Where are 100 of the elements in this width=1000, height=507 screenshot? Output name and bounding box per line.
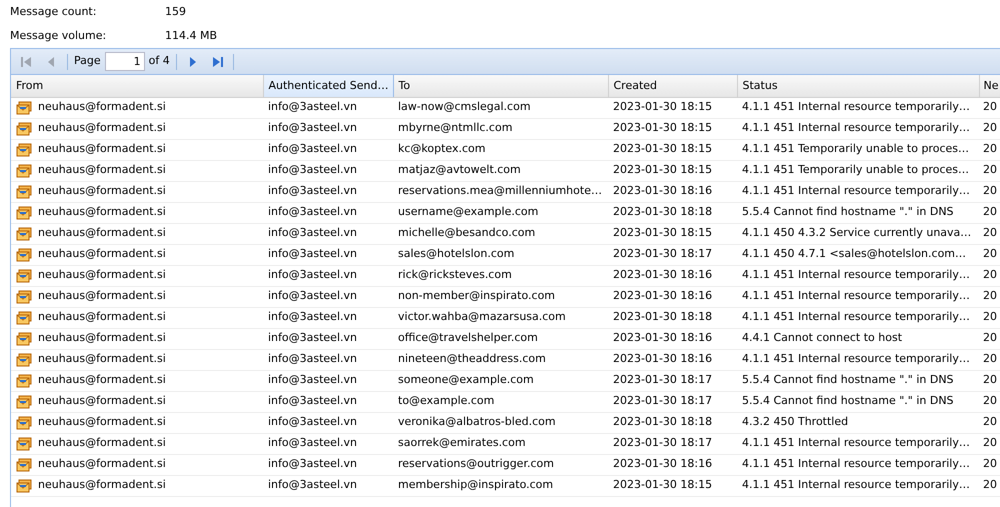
table-cell-text: neuhaus@formadent.si: [38, 120, 166, 136]
table-cell: 2023-01-30 18:18: [608, 412, 737, 433]
table-cell-text: neuhaus@formadent.si: [38, 477, 166, 494]
table-cell-text: neuhaus@formadent.si: [38, 162, 166, 178]
table-cell: 4.1.1 450 4.3.2 Service currently unava…: [737, 223, 979, 244]
table-cell-text: neuhaus@formadent.si: [38, 456, 166, 472]
table-cell: info@3asteel.vn: [263, 265, 393, 286]
table-cell: 4.1.1 451 Temporarily unable to proces…: [737, 160, 979, 181]
envelope-icon: [16, 268, 32, 282]
table-cell: info@3asteel.vn: [263, 412, 393, 433]
table-cell: 20: [979, 139, 1000, 160]
table-cell: 2023-01-30 18:17: [608, 433, 737, 454]
table-cell: info@3asteel.vn: [263, 370, 393, 391]
table-cell: mbyrne@ntmllc.com: [393, 118, 608, 139]
table-cell: office@travelshelper.com: [393, 328, 608, 349]
table-cell: non-member@inspirato.com: [393, 286, 608, 307]
table-cell-text: neuhaus@formadent.si: [38, 330, 166, 346]
table-cell-text: neuhaus@formadent.si: [38, 309, 166, 326]
table-cell: reservations.mea@millenniumhote…: [393, 181, 608, 202]
table-cell: 20: [979, 160, 1000, 181]
table-cell: membership@inspirato.com: [393, 475, 608, 496]
table-cell: 4.1.1 451 Internal resource temporarily…: [737, 307, 979, 328]
field-value: 159: [165, 4, 186, 20]
table-cell: to@example.com: [393, 391, 608, 412]
page-input[interactable]: 1: [104, 52, 145, 71]
envelope-icon: [16, 142, 32, 156]
table-cell: 4.1.1 451 Internal resource temporarily…: [737, 433, 979, 454]
page-label: Page: [74, 53, 101, 70]
table-cell: victor.wahba@mazarsusa.com: [393, 307, 608, 328]
envelope-icon: [16, 458, 32, 472]
table-cell: 20: [979, 286, 1000, 307]
table-cell: 20: [979, 181, 1000, 202]
table-cell: matjaz@avtowelt.com: [393, 160, 608, 181]
field-label: Message volume:: [10, 28, 108, 44]
envelope-icon: [16, 100, 32, 114]
table-cell: 2023-01-30 18:16: [608, 181, 737, 202]
table-cell: 2023-01-30 18:18: [608, 202, 737, 223]
table-cell: sales@hotelslon.com: [393, 244, 608, 265]
table-cell: 20: [979, 391, 1000, 412]
envelope-icon: [16, 352, 32, 366]
column-header[interactable]: Status: [737, 75, 979, 97]
table-cell: 4.1.1 451 Temporarily unable to proces…: [737, 139, 979, 160]
envelope-icon: [16, 332, 32, 346]
envelope-icon: [16, 248, 32, 262]
table-cell: 4.1.1 450 4.7.1 <sales@hotelslon.com…: [737, 244, 979, 265]
table-cell: 2023-01-30 18:16: [608, 328, 737, 349]
table-cell: 2023-01-30 18:15: [608, 160, 737, 181]
field-value: 114.4 MB: [165, 28, 218, 44]
table-cell-text: neuhaus@formadent.si: [38, 204, 166, 220]
table-cell: 4.1.1 451 Internal resource temporarily…: [737, 475, 979, 496]
envelope-icon: [16, 374, 32, 388]
table-cell-text: neuhaus@formadent.si: [38, 267, 166, 284]
table-cell-text: neuhaus@formadent.si: [38, 414, 166, 430]
envelope-icon: [16, 290, 32, 304]
table-cell: 2023-01-30 18:17: [608, 391, 737, 412]
table-cell: 2023-01-30 18:15: [608, 139, 737, 160]
table-cell: 4.3.2 450 Throttled: [737, 412, 979, 433]
table-cell: 2023-01-30 18:16: [608, 454, 737, 475]
table-cell-text: neuhaus@formadent.si: [38, 351, 166, 368]
table-cell: 5.5.4 Cannot find hostname "." in DNS: [737, 391, 979, 412]
table-cell: 4.1.1 451 Internal resource temporarily…: [737, 286, 979, 307]
table-cell: 2023-01-30 18:16: [608, 349, 737, 370]
table-cell: saorrek@emirates.com: [393, 433, 608, 454]
table-cell: info@3asteel.vn: [263, 286, 393, 307]
table-cell: info@3asteel.vn: [263, 328, 393, 349]
page-count: of 4: [148, 53, 170, 70]
table-cell-text: neuhaus@formadent.si: [38, 225, 166, 242]
table-cell: 20: [979, 328, 1000, 349]
envelope-icon: [16, 310, 32, 324]
envelope-icon: [16, 436, 32, 450]
table-cell: info@3asteel.vn: [263, 454, 393, 475]
table-cell: info@3asteel.vn: [263, 97, 393, 118]
column-header[interactable]: To: [393, 75, 608, 97]
table-cell: 4.1.1 451 Internal resource temporarily…: [737, 97, 979, 118]
table-cell: 2023-01-30 18:18: [608, 307, 737, 328]
table-cell: info@3asteel.vn: [263, 391, 393, 412]
table-cell: 4.1.1 451 Internal resource temporarily…: [737, 118, 979, 139]
table-cell: info@3asteel.vn: [263, 202, 393, 223]
envelope-icon: [16, 122, 32, 136]
table-cell: info@3asteel.vn: [263, 118, 393, 139]
table-cell: law-now@cmslegal.com: [393, 97, 608, 118]
column-header[interactable]: Created: [608, 75, 737, 97]
table-cell-text: neuhaus@formadent.si: [38, 99, 166, 116]
table-cell: 20: [979, 223, 1000, 244]
table-cell-text: neuhaus@formadent.si: [38, 141, 166, 158]
envelope-icon: [16, 478, 32, 492]
table-cell: 20: [979, 202, 1000, 223]
table-cell: 20: [979, 349, 1000, 370]
table-cell: someone@example.com: [393, 370, 608, 391]
column-header[interactable]: Ne: [979, 75, 1000, 97]
table-cell: reservations@outrigger.com: [393, 454, 608, 475]
table-cell: 20: [979, 244, 1000, 265]
column-header[interactable]: Authenticated Send…: [263, 75, 393, 97]
table-cell: 20: [979, 370, 1000, 391]
column-header[interactable]: From: [11, 75, 263, 97]
table-cell-text: neuhaus@formadent.si: [38, 372, 166, 388]
envelope-icon: [16, 226, 32, 240]
table-cell: 2023-01-30 18:16: [608, 265, 737, 286]
table-cell: 20: [979, 475, 1000, 496]
table-cell-text: neuhaus@formadent.si: [38, 393, 166, 410]
